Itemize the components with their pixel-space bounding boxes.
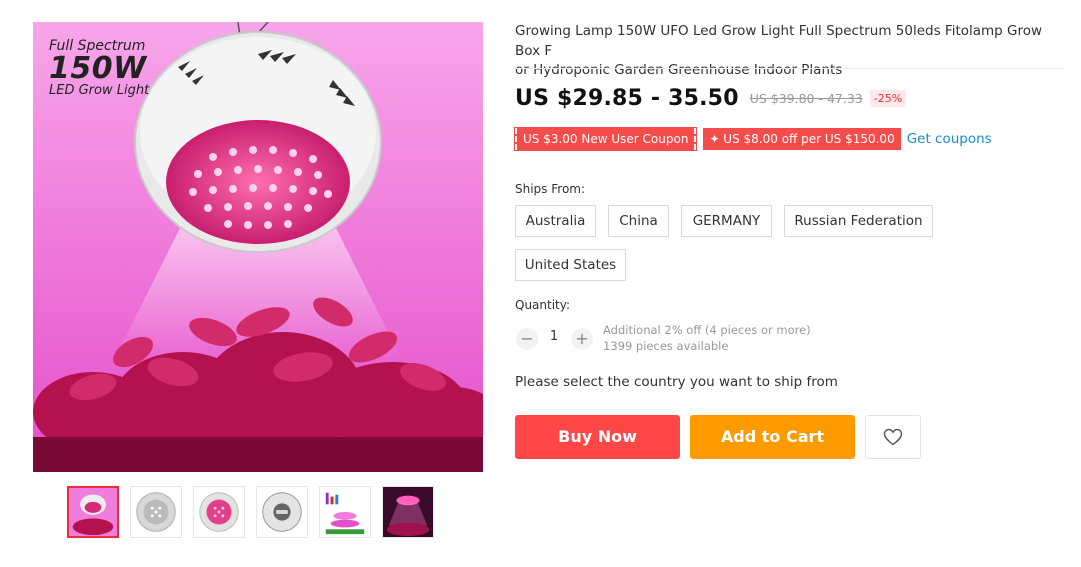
quantity-discount-note: Additional 2% off (4 pieces or more) (603, 323, 811, 337)
coupon-row: US $3.00 New User Coupon ✦ US $8.00 off … (513, 127, 992, 151)
get-coupons-link[interactable]: Get coupons (907, 131, 992, 147)
thumbnail-1[interactable] (67, 486, 119, 538)
discount-badge: -25% (869, 90, 907, 107)
quantity-available-note: 1399 pieces available (603, 339, 729, 353)
ship-country-message: Please select the country you want to sh… (515, 374, 838, 390)
product-title-line1: Growing Lamp 150W UFO Led Grow Light Ful… (515, 23, 1043, 59)
add-to-cart-button[interactable]: Add to Cart (690, 415, 855, 459)
current-price: US $29.85 - 35.50 (515, 86, 739, 111)
ship-option-united-states[interactable]: United States (515, 249, 626, 281)
thumbnail-strip (67, 486, 434, 538)
ships-from-label: Ships From: (515, 182, 586, 196)
product-main-image: Full Spectrum 150W LED Grow Light (33, 22, 483, 472)
quantity-label: Quantity: (515, 298, 571, 312)
quantity-increase-button[interactable]: + (571, 328, 593, 350)
image-caption-line3: LED Grow Light (49, 83, 150, 98)
quantity-value[interactable]: 1 (543, 329, 565, 344)
title-divider (515, 68, 1065, 69)
ship-option-china[interactable]: China (608, 205, 669, 237)
heart-icon (883, 428, 903, 446)
new-user-coupon[interactable]: US $3.00 New User Coupon (513, 127, 698, 151)
thumbnail-4[interactable] (256, 486, 308, 538)
buy-now-button[interactable]: Buy Now (515, 415, 680, 459)
ship-option-russian-federation[interactable]: Russian Federation (784, 205, 933, 237)
thumbnail-2[interactable] (130, 486, 182, 538)
quantity-decrease-button[interactable]: − (516, 328, 538, 350)
store-coupon[interactable]: ✦ US $8.00 off per US $150.00 (703, 128, 901, 150)
thumbnail-5[interactable] (319, 486, 371, 538)
thumbnail-6[interactable] (382, 486, 434, 538)
image-caption: Full Spectrum 150W LED Grow Light (49, 39, 149, 97)
image-caption-line2: 150W (49, 51, 147, 86)
original-price: US $39.80 - 47.33 (749, 91, 863, 106)
wishlist-button[interactable] (865, 415, 921, 459)
ship-option-australia[interactable]: Australia (515, 205, 596, 237)
product-title: Growing Lamp 150W UFO Led Grow Light Ful… (515, 22, 1067, 81)
price-block: US $29.85 - 35.50 US $39.80 - 47.33 -25% (515, 86, 907, 111)
ship-option-germany[interactable]: GERMANY (681, 205, 772, 237)
product-title-line2: or Hydroponic Garden Greenhouse Indoor P… (515, 62, 843, 78)
thumbnail-3[interactable] (193, 486, 245, 538)
